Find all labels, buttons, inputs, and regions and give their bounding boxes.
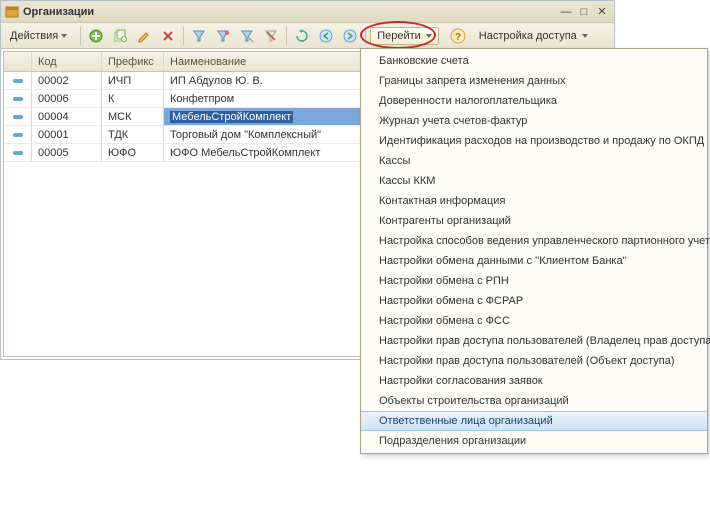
cell-code: 00006 <box>32 90 102 107</box>
chevron-down-icon <box>426 34 432 38</box>
go-button-wrap: Перейти <box>370 27 439 45</box>
row-marker <box>4 126 32 143</box>
col-header-prefix[interactable]: Префикс <box>102 52 164 71</box>
separator <box>365 27 366 45</box>
menu-item[interactable]: Настройки прав доступа пользователей (Об… <box>361 351 707 371</box>
menu-item[interactable]: Настройки обмена данными с ''Клиентом Ба… <box>361 251 707 271</box>
cell-prefix: ТДК <box>102 126 164 143</box>
cell-code: 00005 <box>32 144 102 161</box>
menu-item[interactable]: Границы запрета изменения данных <box>361 71 707 91</box>
toolbar: Действия <box>1 23 614 49</box>
left-arrow-button[interactable] <box>315 26 337 46</box>
menu-item[interactable]: Банковские счета <box>361 51 707 71</box>
right-arrow-button[interactable] <box>339 26 361 46</box>
marker-icon <box>13 133 23 137</box>
menu-item[interactable]: Настройки обмена с РПН <box>361 271 707 291</box>
filter-button-4[interactable] <box>260 26 282 46</box>
row-marker <box>4 72 32 89</box>
go-dropdown-menu: Банковские счетаГраницы запрета изменени… <box>360 48 708 454</box>
menu-item[interactable]: Настройки согласования заявок <box>361 371 707 391</box>
col-header-marker[interactable] <box>4 52 32 71</box>
filter-button-2[interactable] <box>212 26 234 46</box>
filter-button-1[interactable] <box>188 26 210 46</box>
cell-prefix: ЮФО <box>102 144 164 161</box>
add-copy-button[interactable] <box>109 26 131 46</box>
row-marker <box>4 90 32 107</box>
menu-item[interactable]: Доверенности налогоплательщика <box>361 91 707 111</box>
cell-code: 00001 <box>32 126 102 143</box>
marker-icon <box>13 97 23 101</box>
cell-prefix: К <box>102 90 164 107</box>
menu-item[interactable]: Идентификация расходов на производство и… <box>361 131 707 151</box>
chevron-down-icon <box>582 34 588 38</box>
separator <box>80 27 81 45</box>
go-button[interactable]: Перейти <box>370 27 439 45</box>
menu-item[interactable]: Кассы <box>361 151 707 171</box>
help-button[interactable]: ? <box>447 26 469 46</box>
menu-item[interactable]: Кассы ККМ <box>361 171 707 191</box>
separator <box>286 27 287 45</box>
menu-item[interactable]: Настройка способов ведения управленческо… <box>361 231 707 251</box>
menu-item[interactable]: Настройки обмена с ФСС <box>361 311 707 331</box>
marker-icon <box>13 115 23 119</box>
maximize-button[interactable]: □ <box>576 5 592 19</box>
menu-item[interactable]: Объекты строительства организаций <box>361 391 707 411</box>
actions-menu[interactable]: Действия <box>5 27 76 45</box>
menu-item[interactable]: Настройки прав доступа пользователей (Вл… <box>361 331 707 351</box>
app-icon <box>5 5 19 19</box>
row-marker <box>4 144 32 161</box>
marker-icon <box>13 79 23 83</box>
svg-text:?: ? <box>455 32 461 43</box>
access-settings-button[interactable]: Настройка доступа <box>471 28 596 44</box>
minimize-button[interactable]: — <box>558 5 574 19</box>
menu-item[interactable]: Настройки обмена с ФСРАР <box>361 291 707 311</box>
edit-button[interactable] <box>133 26 155 46</box>
delete-button[interactable] <box>157 26 179 46</box>
filter-button-3[interactable] <box>236 26 258 46</box>
cell-prefix: ИЧП <box>102 72 164 89</box>
row-marker <box>4 108 32 125</box>
menu-item[interactable]: Контактная информация <box>361 191 707 211</box>
separator <box>183 27 184 45</box>
chevron-down-icon <box>61 34 67 38</box>
titlebar: Организации — □ ✕ <box>1 1 614 23</box>
menu-item[interactable]: Подразделения организации <box>361 431 707 451</box>
col-header-code[interactable]: Код <box>32 52 102 71</box>
close-button[interactable]: ✕ <box>594 5 610 19</box>
actions-label: Действия <box>10 30 58 42</box>
add-button[interactable] <box>85 26 107 46</box>
marker-icon <box>13 151 23 155</box>
menu-item[interactable]: Ответственные лица организаций <box>361 411 707 431</box>
menu-item[interactable]: Контрагенты организаций <box>361 211 707 231</box>
cell-code: 00004 <box>32 108 102 125</box>
refresh-button[interactable] <box>291 26 313 46</box>
cell-code: 00002 <box>32 72 102 89</box>
menu-item[interactable]: Журнал учета счетов-фактур <box>361 111 707 131</box>
access-label: Настройка доступа <box>479 30 577 42</box>
go-label: Перейти <box>377 30 421 42</box>
cell-prefix: МСК <box>102 108 164 125</box>
window-title: Организации <box>23 6 94 18</box>
